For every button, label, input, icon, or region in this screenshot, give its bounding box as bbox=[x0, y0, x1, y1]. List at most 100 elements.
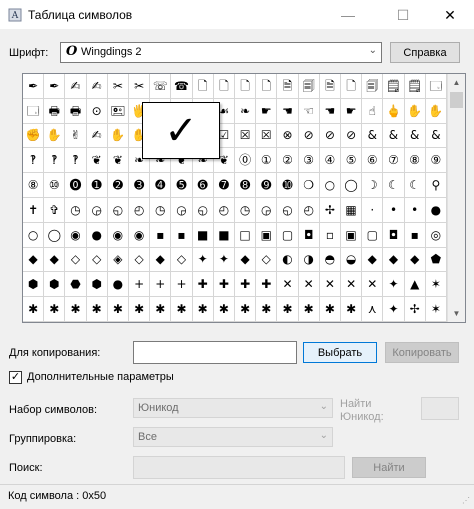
character-cell[interactable]: ▲ bbox=[404, 272, 426, 298]
character-cell[interactable]: ✒ bbox=[44, 74, 66, 99]
character-cell[interactable]: ✕ bbox=[362, 272, 384, 298]
font-select[interactable]: O Wingdings 2 ⌄ bbox=[60, 42, 382, 63]
character-cell[interactable]: ◴ bbox=[213, 198, 235, 223]
character-cell[interactable]: ▣ bbox=[341, 222, 363, 248]
character-cell[interactable]: ⋏ bbox=[362, 297, 384, 322]
character-cell[interactable]: ➒ bbox=[256, 173, 278, 198]
character-cell[interactable]: ◴ bbox=[129, 198, 151, 223]
character-cell[interactable]: ▪ bbox=[150, 222, 172, 248]
character-cell[interactable]: 🗒 bbox=[404, 74, 426, 99]
grid-scrollbar[interactable]: ▲ ▼ bbox=[447, 74, 465, 322]
character-cell[interactable]: ✱ bbox=[256, 297, 278, 322]
character-cell[interactable]: ☛ bbox=[256, 98, 278, 124]
character-cell[interactable]: ⑧ bbox=[23, 173, 45, 198]
character-cell[interactable]: & bbox=[425, 123, 447, 149]
character-cell[interactable]: • bbox=[383, 198, 405, 223]
minimize-button[interactable]: — bbox=[330, 0, 366, 30]
character-cell[interactable]: ◓ bbox=[319, 247, 341, 273]
character-cell[interactable]: ✦ bbox=[192, 247, 214, 273]
character-cell[interactable]: ✝ bbox=[23, 198, 45, 223]
character-cell[interactable]: ▢ bbox=[277, 222, 299, 248]
character-cell[interactable]: ▦ bbox=[341, 198, 363, 223]
character-cell[interactable]: ◷ bbox=[150, 198, 172, 223]
character-cell[interactable]: ✱ bbox=[171, 297, 193, 322]
search-input[interactable] bbox=[133, 456, 345, 479]
character-cell[interactable]: ➓ bbox=[277, 173, 299, 198]
character-cell[interactable]: 🗎 bbox=[319, 74, 341, 99]
character-cell[interactable]: ⬢ bbox=[86, 272, 108, 298]
character-cell[interactable]: ◵ bbox=[192, 198, 214, 223]
character-cell[interactable]: ➑ bbox=[235, 173, 257, 198]
character-cell[interactable]: 🗐 bbox=[362, 74, 384, 99]
character-cell[interactable]: ○ bbox=[23, 222, 45, 248]
character-cell[interactable]: ❦ bbox=[107, 148, 129, 174]
character-cell[interactable]: ◒ bbox=[341, 247, 363, 273]
character-cell[interactable]: ◉ bbox=[129, 222, 151, 248]
character-cell[interactable]: ✂ bbox=[129, 74, 151, 99]
character-cell[interactable]: ☚ bbox=[319, 98, 341, 124]
character-cell[interactable]: ✱ bbox=[319, 297, 341, 322]
character-cell[interactable]: ◷ bbox=[65, 198, 87, 223]
character-cell[interactable]: ☜ bbox=[298, 98, 320, 124]
character-cell[interactable]: ✶ bbox=[425, 272, 447, 298]
character-cell[interactable]: ✍ bbox=[86, 123, 108, 149]
character-cell[interactable]: ◉ bbox=[65, 222, 87, 248]
character-cell[interactable]: ✢ bbox=[404, 297, 426, 322]
character-cell[interactable]: ✱ bbox=[44, 297, 66, 322]
character-cell[interactable]: ⊘ bbox=[298, 123, 320, 149]
character-cell[interactable]: ▪ bbox=[171, 222, 193, 248]
character-cell[interactable]: ◯ bbox=[341, 173, 363, 198]
character-cell[interactable]: ☒ bbox=[256, 123, 278, 149]
scroll-thumb[interactable] bbox=[450, 92, 463, 108]
character-cell[interactable]: ■ bbox=[213, 222, 235, 248]
character-cell[interactable]: ✋ bbox=[404, 98, 426, 124]
character-cell[interactable]: ➌ bbox=[129, 173, 151, 198]
character-cell[interactable]: ➐ bbox=[213, 173, 235, 198]
character-cell[interactable]: ◇ bbox=[256, 247, 278, 273]
character-cell[interactable]: ✚ bbox=[235, 272, 257, 298]
character-cell[interactable]: 🗋 bbox=[341, 74, 363, 99]
character-cell[interactable]: ◆ bbox=[362, 247, 384, 273]
character-cell[interactable]: 🗋 bbox=[235, 74, 257, 99]
character-cell[interactable]: ◇ bbox=[129, 247, 151, 273]
character-cell[interactable]: ✋ bbox=[107, 123, 129, 149]
character-cell[interactable]: ✦ bbox=[213, 247, 235, 273]
character-cell[interactable]: 🗎 bbox=[277, 74, 299, 99]
character-cell[interactable]: ◇ bbox=[65, 247, 87, 273]
character-cell[interactable]: ✕ bbox=[319, 272, 341, 298]
character-cell[interactable]: ⑧ bbox=[404, 148, 426, 174]
character-cell[interactable]: 🖶 bbox=[65, 98, 87, 124]
close-button[interactable]: ✕ bbox=[432, 0, 468, 30]
character-cell[interactable]: 🖭 bbox=[107, 98, 129, 124]
character-cell[interactable]: 🖕 bbox=[383, 98, 405, 124]
character-cell[interactable]: ◘ bbox=[383, 222, 405, 248]
character-cell[interactable]: ✱ bbox=[298, 297, 320, 322]
character-cell[interactable]: ✋ bbox=[425, 98, 447, 124]
character-cell[interactable]: 🗋 bbox=[256, 74, 278, 99]
character-cell[interactable]: 🗒 bbox=[383, 74, 405, 99]
character-cell[interactable]: ⑤ bbox=[341, 148, 363, 174]
character-cell[interactable]: 🗋 bbox=[192, 74, 214, 99]
character-cell[interactable]: ◆ bbox=[383, 247, 405, 273]
character-cell[interactable]: ◉ bbox=[107, 222, 129, 248]
character-cell[interactable]: ⓪ bbox=[235, 148, 257, 174]
character-cell[interactable]: ‽ bbox=[23, 148, 45, 174]
character-cell[interactable]: ◇ bbox=[86, 247, 108, 273]
character-cell[interactable]: ① bbox=[256, 148, 278, 174]
character-cell[interactable]: ❧ bbox=[235, 98, 257, 124]
character-grid-cells[interactable]: ✒✒✍✍✂✂☏☎🗋🗋🗋🗋🗎🗐🗎🗋🗐🗒🗒🗔🗔🖶🖶⊙🖭🖐🖐☙❧☙❧☛☚☜☚☛☝🖕✋✋… bbox=[23, 74, 447, 322]
character-cell[interactable]: ⊘ bbox=[319, 123, 341, 149]
character-cell[interactable]: ⊗ bbox=[277, 123, 299, 149]
character-cell[interactable]: ◵ bbox=[277, 198, 299, 223]
find-button[interactable]: Найти bbox=[352, 457, 426, 478]
character-cell[interactable]: ⊘ bbox=[341, 123, 363, 149]
character-cell[interactable]: ④ bbox=[319, 148, 341, 174]
character-cell[interactable]: ◆ bbox=[44, 247, 66, 273]
character-cell[interactable]: ✱ bbox=[277, 297, 299, 322]
character-cell[interactable]: ✢ bbox=[319, 198, 341, 223]
character-cell[interactable]: ◎ bbox=[425, 222, 447, 248]
character-cell[interactable]: ◐ bbox=[277, 247, 299, 273]
character-cell[interactable]: ◶ bbox=[86, 198, 108, 223]
character-cell[interactable]: ✱ bbox=[23, 297, 45, 322]
character-cell[interactable]: ‽ bbox=[65, 148, 87, 174]
